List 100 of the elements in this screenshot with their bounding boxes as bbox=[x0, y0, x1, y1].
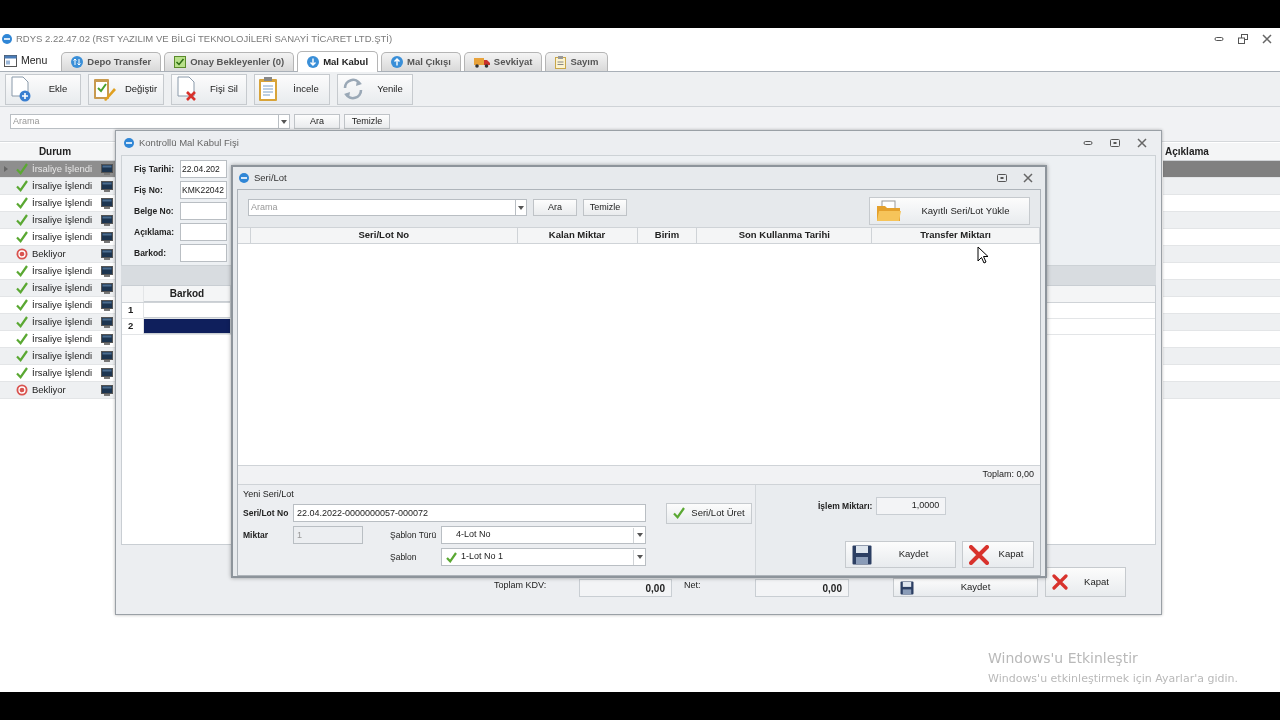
table-row[interactable]: Bekliyor bbox=[0, 382, 115, 399]
tab[interactable]: Depo Transfer bbox=[61, 52, 162, 71]
column-header: Son Kullanma Tarihi bbox=[738, 228, 830, 243]
row-pointer-icon bbox=[4, 166, 8, 172]
search-button[interactable]: Temizle bbox=[344, 114, 390, 129]
input-field[interactable] bbox=[180, 244, 227, 262]
check-icon bbox=[16, 299, 28, 311]
restore-icon[interactable] bbox=[1238, 34, 1248, 44]
status-text: İrsaliye İşlendi bbox=[32, 178, 93, 193]
close-icon bbox=[1052, 574, 1068, 590]
close-icon[interactable] bbox=[1023, 173, 1033, 183]
total-label: Net: bbox=[684, 579, 702, 592]
tab[interactable]: Mal Kabul bbox=[297, 51, 379, 72]
table-row[interactable]: İrsaliye İşlendi bbox=[0, 178, 115, 195]
document-delete-icon bbox=[175, 76, 199, 102]
tab[interactable]: Sayım bbox=[545, 52, 609, 71]
toolbar-button[interactable]: İncele bbox=[254, 73, 330, 105]
check-icon bbox=[16, 265, 28, 277]
checkbox-icon bbox=[174, 56, 187, 68]
field-label: Barkod: bbox=[134, 246, 168, 260]
action-button[interactable]: Kaydet bbox=[845, 541, 956, 568]
search-field[interactable]: Arama bbox=[248, 199, 515, 216]
caret-icon bbox=[636, 555, 643, 559]
dropdown[interactable]: 4-Lot No bbox=[441, 526, 646, 544]
monitor-icon bbox=[100, 163, 113, 175]
table-row[interactable]: İrsaliye İşlendi bbox=[0, 263, 115, 280]
column-header: Durum bbox=[37, 145, 73, 159]
action-button[interactable]: Kapat bbox=[962, 541, 1034, 568]
arrows-circle-icon bbox=[71, 56, 84, 68]
check-icon bbox=[446, 551, 457, 563]
column-header: Transfer Miktarı bbox=[920, 228, 991, 243]
dropdown-button[interactable] bbox=[278, 114, 290, 129]
caret-icon bbox=[636, 533, 643, 537]
toolbar-button[interactable]: Değiştir bbox=[88, 73, 164, 105]
caret-icon bbox=[518, 205, 524, 210]
input-field[interactable]: 22.04.202 bbox=[180, 160, 227, 178]
search-button[interactable]: Ara bbox=[294, 114, 340, 129]
table-row[interactable]: İrsaliye İşlendi bbox=[0, 229, 115, 246]
table-row[interactable]: İrsaliye İşlendi bbox=[0, 348, 115, 365]
monitor-icon bbox=[100, 367, 113, 379]
field-label: Açıklama: bbox=[134, 225, 176, 239]
table-row[interactable]: İrsaliye İşlendi bbox=[0, 212, 115, 229]
action-button[interactable]: Kapat bbox=[1045, 567, 1126, 597]
search-button[interactable]: Ara bbox=[533, 199, 577, 216]
search-button[interactable]: Temizle bbox=[583, 199, 627, 216]
toolbar-button[interactable]: Ekle bbox=[5, 73, 81, 105]
load-button[interactable]: Kayıtlı Seri/Lot Yükle bbox=[869, 197, 1030, 225]
status-text: Bekliyor bbox=[32, 246, 66, 261]
tab[interactable]: Mal Çıkışı bbox=[381, 52, 461, 71]
status-text: İrsaliye İşlendi bbox=[32, 195, 93, 210]
minimize-icon[interactable] bbox=[1083, 138, 1093, 148]
field-label: İşlem Miktarı: bbox=[818, 499, 873, 513]
monitor-icon bbox=[100, 316, 113, 328]
total-value: 0,00 bbox=[755, 579, 849, 597]
input-field[interactable]: 22.04.2022-0000000057-000072 bbox=[293, 504, 646, 522]
input-field[interactable] bbox=[180, 223, 227, 241]
logo-icon bbox=[124, 138, 134, 148]
dropdown[interactable]: 1-Lot No 1 bbox=[441, 548, 646, 566]
clipboard-icon bbox=[258, 76, 280, 102]
minimize-icon[interactable] bbox=[1214, 34, 1224, 44]
search-field[interactable]: Arama bbox=[10, 114, 278, 129]
group-label: Yeni Seri/Lot bbox=[243, 488, 295, 500]
action-button[interactable]: Kaydet bbox=[893, 578, 1038, 597]
input-field[interactable] bbox=[180, 202, 227, 220]
check-icon bbox=[16, 282, 28, 294]
check-icon bbox=[16, 367, 28, 379]
tab[interactable]: Sevkiyat bbox=[463, 52, 543, 71]
table-row[interactable]: İrsaliye İşlendi bbox=[0, 280, 115, 297]
monitor-icon bbox=[100, 384, 113, 396]
close-icon bbox=[969, 544, 989, 565]
close-icon[interactable] bbox=[1137, 138, 1147, 148]
table-row[interactable]: İrsaliye İşlendi bbox=[0, 331, 115, 348]
table-row[interactable]: Bekliyor bbox=[0, 246, 115, 263]
table-row[interactable]: İrsaliye İşlendi bbox=[0, 365, 115, 382]
maximize-icon[interactable] bbox=[997, 173, 1007, 183]
table-row[interactable]: İrsaliye İşlendi bbox=[0, 195, 115, 212]
dropdown-button[interactable] bbox=[515, 199, 527, 216]
monitor-icon bbox=[100, 265, 113, 277]
field-label: Fiş Tarihi: bbox=[134, 162, 175, 176]
tab[interactable]: Onay Bekleyenler (0) bbox=[164, 52, 295, 71]
table-row[interactable]: İrsaliye İşlendi bbox=[0, 297, 115, 314]
menu-button[interactable]: Menu bbox=[4, 51, 48, 71]
status-text: İrsaliye İşlendi bbox=[32, 229, 93, 244]
status-text: İrsaliye İşlendi bbox=[32, 161, 93, 176]
check-icon bbox=[16, 197, 28, 209]
generate-button[interactable]: Seri/Lot Üret bbox=[666, 502, 752, 524]
amount-value: 1,0000 bbox=[876, 497, 947, 515]
table-row[interactable]: İrsaliye İşlendi bbox=[0, 314, 115, 331]
clipboard-icon bbox=[555, 55, 567, 69]
maximize-icon[interactable] bbox=[1110, 138, 1120, 148]
toolbar-button[interactable]: Yenile bbox=[337, 73, 413, 105]
close-icon[interactable] bbox=[1262, 34, 1272, 44]
dialog-title: Seri/Lot bbox=[254, 170, 287, 185]
input-field[interactable]: KMK22042 bbox=[180, 181, 227, 199]
monitor-icon bbox=[100, 350, 113, 362]
column-header: Barkod bbox=[169, 287, 205, 301]
monitor-icon bbox=[100, 214, 113, 226]
toolbar-button[interactable]: Fişi Sil bbox=[171, 73, 247, 105]
table-cell[interactable] bbox=[144, 319, 231, 334]
monitor-icon bbox=[100, 333, 113, 345]
